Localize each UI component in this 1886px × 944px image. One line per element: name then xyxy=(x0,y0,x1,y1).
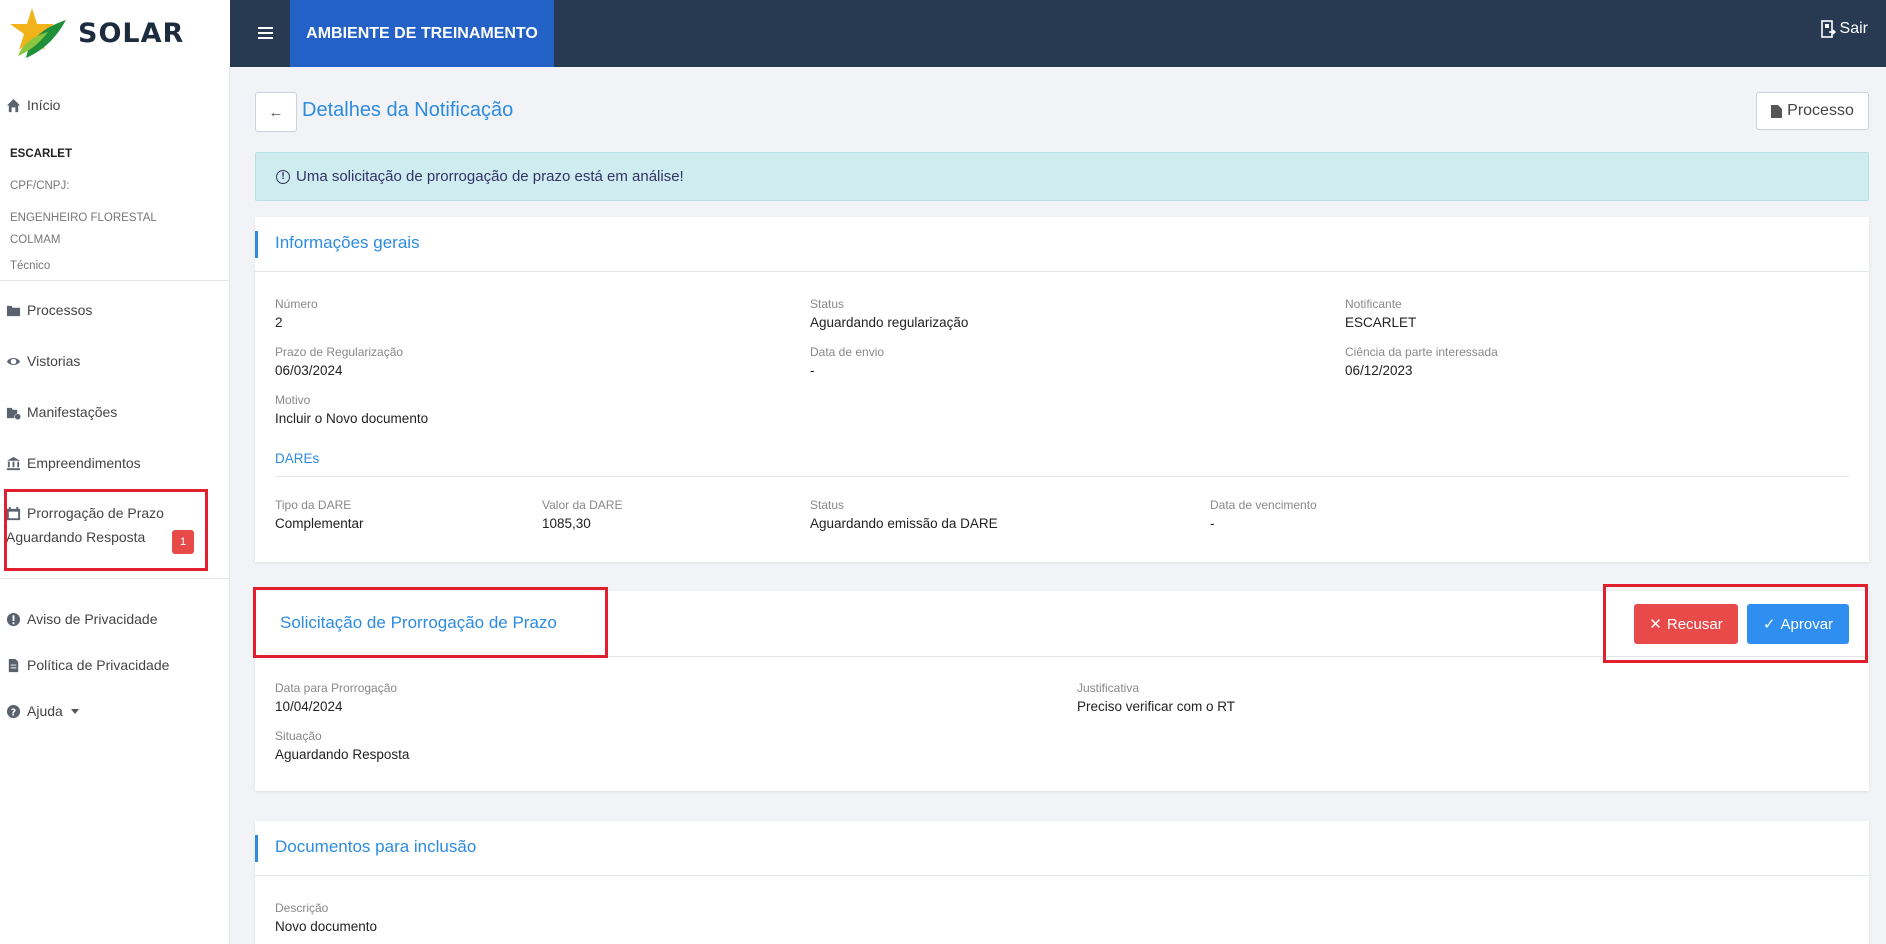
sidebar: Início ESCARLET CPF/CNPJ: ENGENHEIRO FLO… xyxy=(0,67,230,944)
info-alert: ! Uma solicitação de prorrogação de praz… xyxy=(255,152,1869,201)
sidebar-item-label: Processos xyxy=(27,302,93,318)
brand[interactable]: SOLAR xyxy=(0,0,230,67)
field-dare-vencimento: Data de vencimento - xyxy=(1210,498,1317,531)
field-situacao: Situação Aguardando Resposta xyxy=(275,729,410,762)
top-bar: SOLAR AMBIENTE DE TREINAMENTO Sair xyxy=(0,0,1886,67)
logout-button[interactable]: Sair xyxy=(1820,20,1868,38)
field-ciencia: Ciência da parte interessada 06/12/2023 xyxy=(1345,345,1498,378)
back-button[interactable]: ← xyxy=(255,92,297,132)
card-title: Informações gerais xyxy=(275,233,420,252)
field-prazo: Prazo de Regularização 06/03/2024 xyxy=(275,345,404,378)
close-icon: ✕ xyxy=(1649,616,1662,633)
sidebar-item-processos[interactable]: Processos xyxy=(6,302,92,318)
environment-badge: AMBIENTE DE TREINAMENTO xyxy=(290,0,554,67)
sidebar-item-label: Aviso de Privacidade xyxy=(27,611,158,627)
field-descricao: Descrição Novo documento xyxy=(275,901,378,934)
process-button-label: Processo xyxy=(1787,102,1854,119)
profile-profession-org: COLMAM xyxy=(10,234,61,246)
sidebar-item-inicio[interactable]: Início xyxy=(6,97,60,113)
dares-section-title: DAREs xyxy=(275,451,320,466)
divider xyxy=(275,476,1849,477)
check-icon: ✓ xyxy=(1762,616,1776,633)
page-title: Detalhes da Notificação xyxy=(302,99,514,121)
field-notificante: Notificante ESCARLET xyxy=(1345,297,1417,330)
field-motivo: Motivo Incluir o Novo documento xyxy=(275,393,429,426)
file-icon xyxy=(1771,104,1783,118)
chevron-down-icon xyxy=(70,708,79,714)
general-info-card: Informações gerais Número 2 Status Aguarda… xyxy=(255,217,1869,562)
svg-text:?: ? xyxy=(11,707,16,718)
profile-name: ESCARLET xyxy=(10,148,72,160)
folder-icon xyxy=(6,305,21,316)
sidebar-item-label: Política de Privacidade xyxy=(27,657,170,673)
sidebar-item-label: Vistorias xyxy=(27,353,81,369)
bank-icon xyxy=(6,456,21,470)
sidebar-divider xyxy=(0,280,230,281)
info-icon: ! xyxy=(276,169,290,184)
card-title: Solicitação de Prorrogação de Prazo xyxy=(280,613,557,632)
approve-button[interactable]: ✓ Aprovar xyxy=(1747,604,1849,644)
extension-request-card: Solicitação de Prorrogação de Prazo ✕ Re… xyxy=(255,591,1869,791)
menu-toggle-button[interactable] xyxy=(250,18,280,48)
alert-circle-icon xyxy=(6,612,21,626)
sidebar-item-label: Ajuda xyxy=(27,703,63,719)
field-data-prorrogacao: Data para Prorrogação 10/04/2024 xyxy=(275,681,398,714)
sidebar-item-manifestacoes[interactable]: Manifestações xyxy=(6,404,117,420)
alert-text: Uma solicitação de prorrogação de prazo … xyxy=(296,168,684,185)
sidebar-item-label: Empreendimentos xyxy=(27,455,141,471)
eye-icon xyxy=(6,357,21,365)
field-status: Status Aguardando regularização xyxy=(810,297,969,330)
card-title: Documentos para inclusão xyxy=(275,837,477,856)
arrow-left-icon: ← xyxy=(268,103,284,121)
sidebar-item-label: Manifestações xyxy=(27,404,118,420)
document-icon xyxy=(8,658,19,672)
exit-door-icon xyxy=(1820,20,1836,38)
sidebar-item-politica-privacidade[interactable]: Política de Privacidade xyxy=(6,657,169,673)
profile-role: Técnico xyxy=(10,260,51,272)
profile-profession: ENGENHEIRO FLORESTAL xyxy=(10,212,157,224)
documents-card: Documentos para inclusão Descrição Novo d… xyxy=(255,821,1869,944)
brand-name: SOLAR xyxy=(78,18,185,49)
field-justificativa: Justificativa Preciso verificar com o RT xyxy=(1077,681,1236,714)
process-button[interactable]: Processo xyxy=(1756,92,1869,130)
solar-logo-icon xyxy=(10,7,66,58)
sidebar-item-label: Início xyxy=(27,97,61,113)
sidebar-item-ajuda[interactable]: ? Ajuda xyxy=(6,703,79,719)
home-icon xyxy=(6,98,21,112)
help-icon: ? xyxy=(6,704,21,718)
field-data-envio: Data de envio - xyxy=(810,345,885,378)
field-numero: Número 2 xyxy=(275,297,318,330)
sidebar-item-aviso-privacidade[interactable]: Aviso de Privacidade xyxy=(6,611,157,627)
sidebar-item-empreendimentos[interactable]: Empreendimentos xyxy=(6,455,141,471)
sidebar-item-vistorias[interactable]: Vistorias xyxy=(6,353,80,369)
sidebar-divider xyxy=(0,578,230,579)
folder-clock-icon xyxy=(6,407,21,420)
calendar-icon xyxy=(6,506,21,520)
hamburger-icon xyxy=(257,27,273,29)
field-dare-valor: Valor da DARE 1085,30 xyxy=(542,498,623,531)
field-dare-tipo: Tipo da DARE Complementar xyxy=(275,498,364,531)
field-dare-status: Status Aguardando emissão da DARE xyxy=(810,498,998,531)
logout-label: Sair xyxy=(1839,20,1868,37)
profile-cpf-label: CPF/CNPJ: xyxy=(10,180,70,192)
pending-count-badge: 1 xyxy=(172,530,194,554)
sidebar-item-label: Prorrogação de Prazo xyxy=(27,505,164,521)
reject-button[interactable]: ✕ Recusar xyxy=(1634,604,1738,644)
